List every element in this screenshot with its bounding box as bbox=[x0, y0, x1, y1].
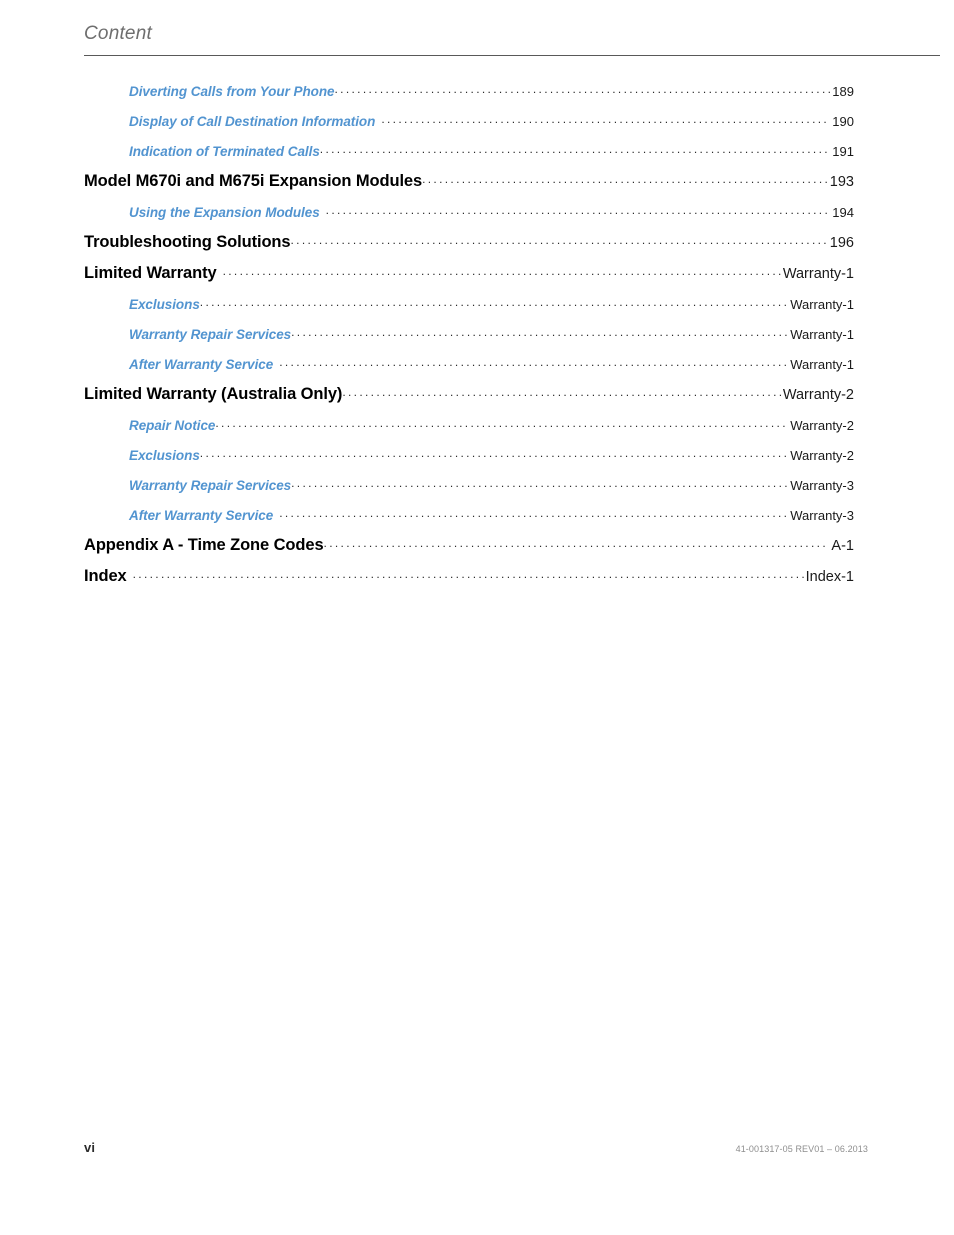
toc-entry[interactable]: Repair Notice Warranty-2 bbox=[84, 414, 854, 444]
toc-entry-page-number: Warranty-3 bbox=[790, 478, 854, 493]
toc-entry[interactable]: Warranty Repair Services Warranty-1 bbox=[84, 323, 854, 353]
toc-leader-dots bbox=[324, 534, 830, 550]
toc-leader-dots bbox=[291, 474, 788, 490]
toc-leader-dots bbox=[335, 80, 831, 96]
toc-entry-page-number: Warranty-2 bbox=[790, 418, 854, 433]
toc-leader-dots bbox=[290, 231, 827, 247]
toc-entry[interactable]: Diverting Calls from Your Phone 189 bbox=[84, 80, 854, 110]
toc-entry-label: Limited Warranty bbox=[84, 264, 217, 282]
page-footer: vi 41-001317-05 REV01 – 06.2013 bbox=[84, 1140, 868, 1155]
toc-entry-label: Limited Warranty (Australia Only) bbox=[84, 385, 343, 403]
toc-entry-page-number: A-1 bbox=[831, 538, 854, 554]
page-number: vi bbox=[84, 1140, 96, 1155]
toc-leader-dots bbox=[381, 110, 830, 126]
toc-entry-label: Warranty Repair Services bbox=[129, 478, 292, 493]
toc-leader-dots bbox=[279, 353, 788, 369]
toc-entry[interactable]: Display of Call Destination Information 1… bbox=[84, 110, 854, 140]
toc-entry-page-number: Warranty-3 bbox=[790, 508, 854, 523]
table-of-contents: Diverting Calls from Your Phone 189 Displa… bbox=[84, 80, 854, 596]
document-page: Content Diverting Calls from Your Phone 1… bbox=[0, 0, 954, 1235]
toc-entry[interactable]: Using the Expansion Modules 194 bbox=[84, 201, 854, 231]
toc-entry-page-number: Warranty-1 bbox=[790, 297, 854, 312]
toc-entry-label: Warranty Repair Services bbox=[129, 327, 292, 342]
toc-leader-dots bbox=[326, 201, 831, 217]
toc-entry[interactable]: Exclusions Warranty-2 bbox=[84, 444, 854, 474]
toc-entry[interactable]: Warranty Repair Services Warranty-3 bbox=[84, 474, 854, 504]
toc-entry-label: Troubleshooting Solutions bbox=[84, 233, 291, 251]
toc-entry-page-number: 191 bbox=[832, 144, 854, 159]
toc-entry-page-number: Warranty-1 bbox=[790, 327, 854, 342]
toc-entry-label: Using the Expansion Modules bbox=[129, 205, 320, 220]
toc-leader-dots bbox=[200, 444, 788, 460]
toc-entry[interactable]: Troubleshooting Solutions 196 bbox=[84, 231, 854, 262]
toc-entry[interactable]: After Warranty Service Warranty-3 bbox=[84, 504, 854, 534]
toc-entry-label: Indication of Terminated Calls bbox=[129, 144, 320, 159]
running-header: Content bbox=[84, 22, 940, 46]
toc-entry-page-number: Warranty-2 bbox=[782, 387, 854, 403]
toc-leader-dots bbox=[422, 170, 828, 186]
toc-entry[interactable]: Index Index-1 bbox=[84, 565, 854, 596]
toc-leader-dots bbox=[291, 323, 788, 339]
page-title: Content bbox=[84, 23, 152, 44]
toc-entry[interactable]: Limited Warranty Warranty-1 bbox=[84, 262, 854, 293]
toc-leader-dots bbox=[215, 414, 788, 430]
toc-entry[interactable]: Indication of Terminated Calls 191 bbox=[84, 140, 854, 170]
toc-entry-label: Index bbox=[84, 567, 127, 585]
toc-entry[interactable]: Appendix A - Time Zone Codes A-1 bbox=[84, 534, 854, 565]
toc-entry-label: Exclusions bbox=[129, 297, 200, 312]
toc-entry[interactable]: After Warranty Service Warranty-1 bbox=[84, 353, 854, 383]
toc-entry-label: Model M670i and M675i Expansion Modules bbox=[84, 172, 423, 190]
toc-entry-page-number: Index-1 bbox=[805, 569, 854, 585]
toc-entry-label: Repair Notice bbox=[129, 418, 216, 433]
header-divider bbox=[84, 55, 940, 56]
toc-entry-label: Diverting Calls from Your Phone bbox=[129, 84, 335, 99]
toc-entry-page-number: Warranty-2 bbox=[790, 448, 854, 463]
toc-entry-page-number: Warranty-1 bbox=[790, 357, 854, 372]
toc-leader-dots bbox=[223, 262, 781, 278]
toc-entry-label: After Warranty Service bbox=[129, 357, 274, 372]
toc-entry-label: Display of Call Destination Information bbox=[129, 114, 376, 129]
toc-entry-label: Appendix A - Time Zone Codes bbox=[84, 536, 324, 554]
toc-entry[interactable]: Model M670i and M675i Expansion Modules 1… bbox=[84, 170, 854, 201]
toc-entry-page-number: 189 bbox=[832, 84, 854, 99]
toc-entry[interactable]: Exclusions Warranty-1 bbox=[84, 293, 854, 323]
document-id: 41-001317-05 REV01 – 06.2013 bbox=[735, 1144, 868, 1154]
toc-leader-dots bbox=[320, 140, 831, 156]
toc-entry-page-number: 196 bbox=[829, 235, 854, 251]
toc-entry-page-number: 193 bbox=[829, 174, 854, 190]
toc-entry-page-number: 194 bbox=[832, 205, 854, 220]
toc-leader-dots bbox=[200, 293, 788, 309]
toc-leader-dots bbox=[133, 565, 804, 581]
toc-entry[interactable]: Limited Warranty (Australia Only) Warrant… bbox=[84, 383, 854, 414]
toc-entry-label: After Warranty Service bbox=[129, 508, 274, 523]
toc-entry-page-number: Warranty-1 bbox=[782, 266, 854, 282]
toc-entry-label: Exclusions bbox=[129, 448, 200, 463]
toc-leader-dots bbox=[279, 504, 788, 520]
toc-entry-page-number: 190 bbox=[832, 114, 854, 129]
toc-leader-dots bbox=[342, 383, 781, 399]
